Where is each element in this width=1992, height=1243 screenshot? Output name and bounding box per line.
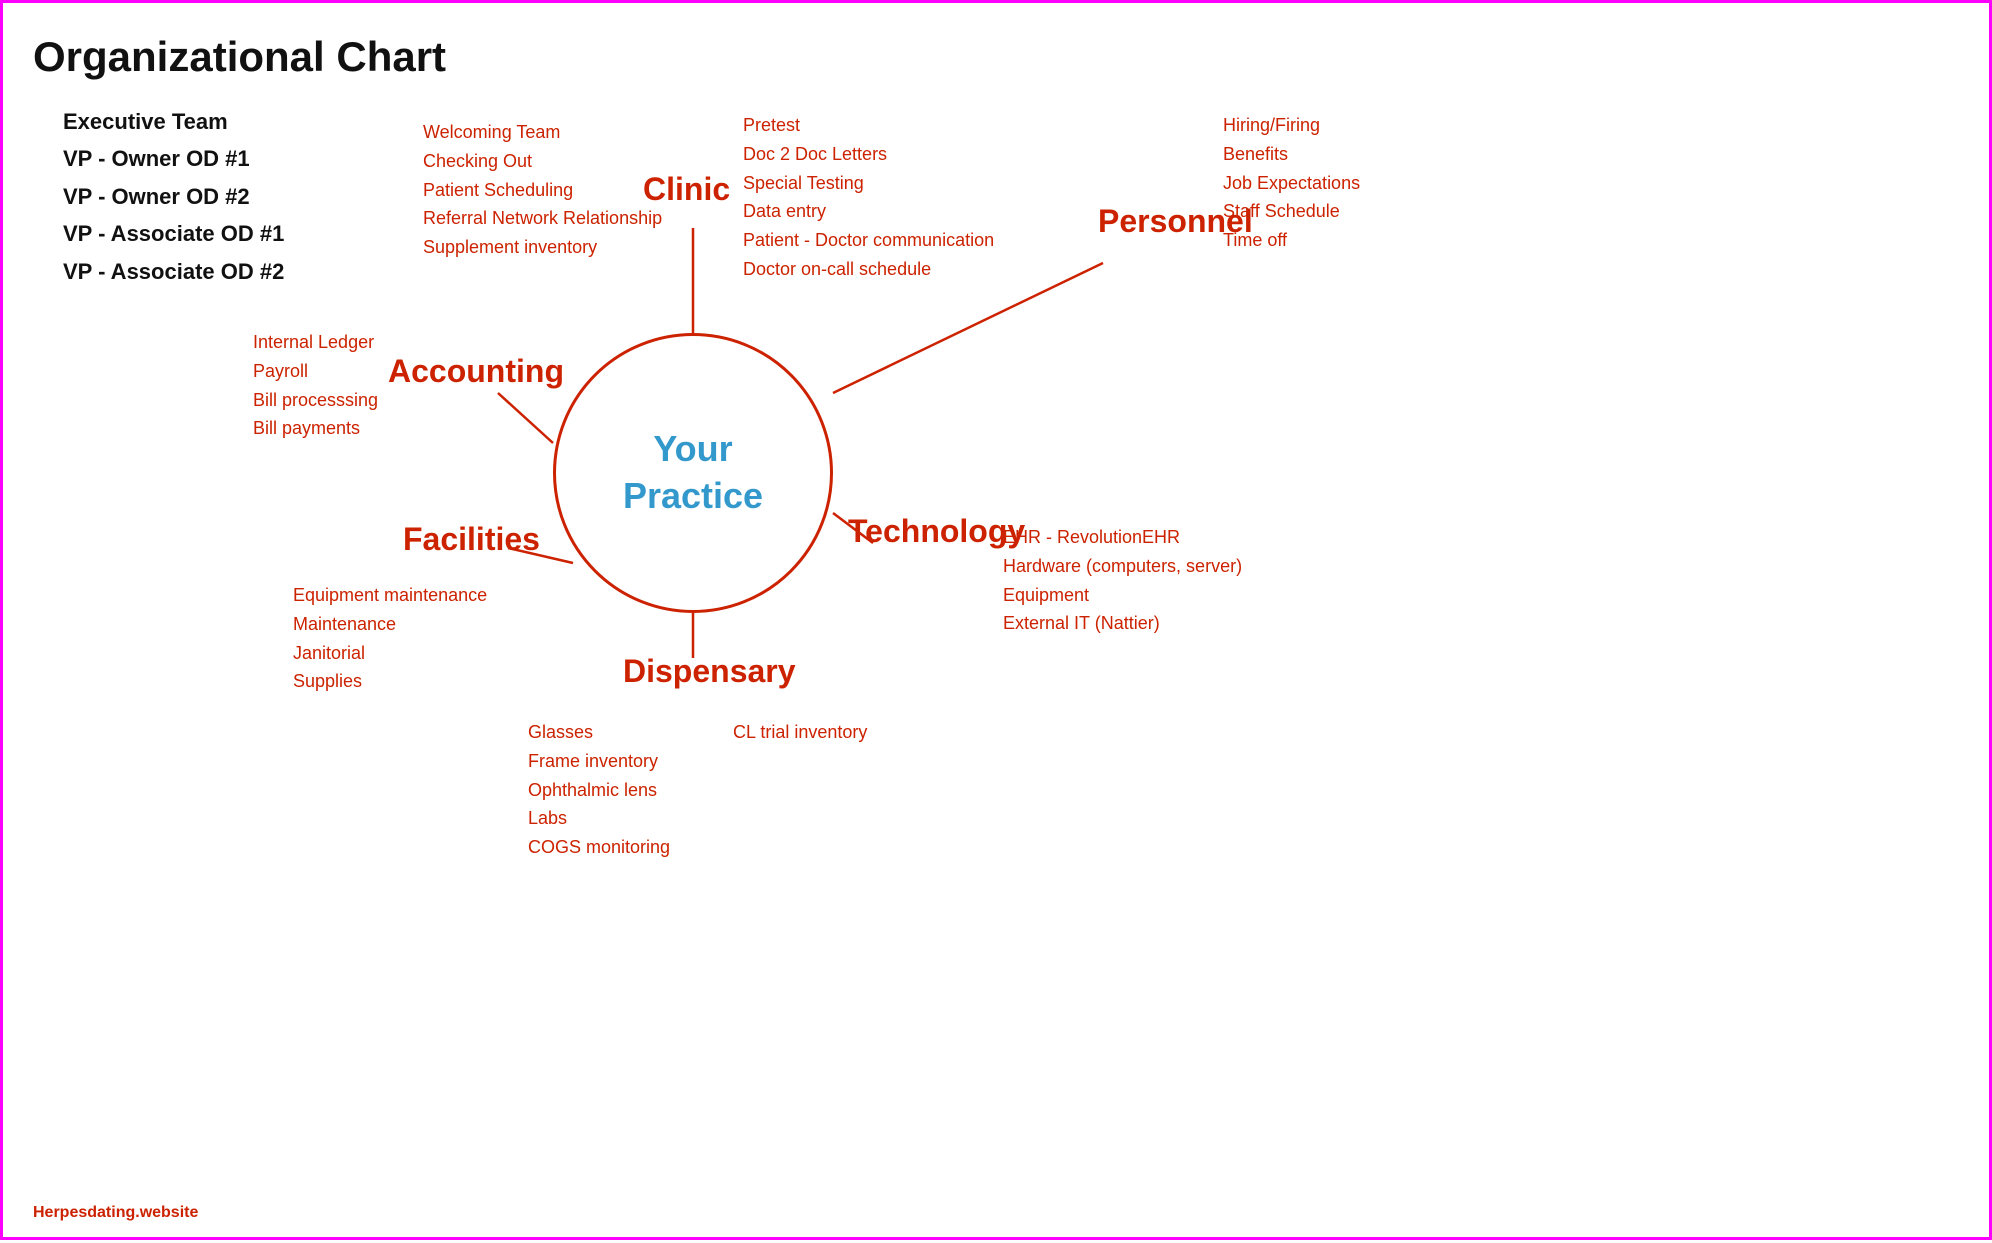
personnel-sub-items: Hiring/Firing Benefits Job Expectations … xyxy=(1223,111,1360,255)
clinic-detail-items: Pretest Doc 2 Doc Letters Special Testin… xyxy=(743,111,994,284)
watermark: Herpesdating.website xyxy=(33,1204,198,1222)
executive-team: Executive Team VP - Owner OD #1 VP - Own… xyxy=(63,103,284,290)
accounting-sub-items: Internal Ledger Payroll Bill processsing… xyxy=(253,328,378,443)
center-circle: YourPractice xyxy=(553,333,833,613)
dispensary-sub-items-right: CL trial inventory xyxy=(733,718,867,747)
center-circle-text: YourPractice xyxy=(623,426,763,520)
facilities-sub-items: Equipment maintenance Maintenance Janito… xyxy=(293,581,487,696)
dispensary-sub-items-left: Glasses Frame inventory Ophthalmic lens … xyxy=(528,718,670,862)
technology-label: Technology xyxy=(848,513,1025,550)
accounting-label: Accounting xyxy=(388,353,564,390)
facilities-label: Facilities xyxy=(403,521,540,558)
page-title: Organizational Chart xyxy=(33,33,446,81)
technology-sub-items: EHR - RevolutionEHR Hardware (computers,… xyxy=(1003,523,1242,638)
clinic-sub-items: Welcoming Team Checking Out Patient Sche… xyxy=(423,118,662,262)
dispensary-label: Dispensary xyxy=(623,653,796,690)
